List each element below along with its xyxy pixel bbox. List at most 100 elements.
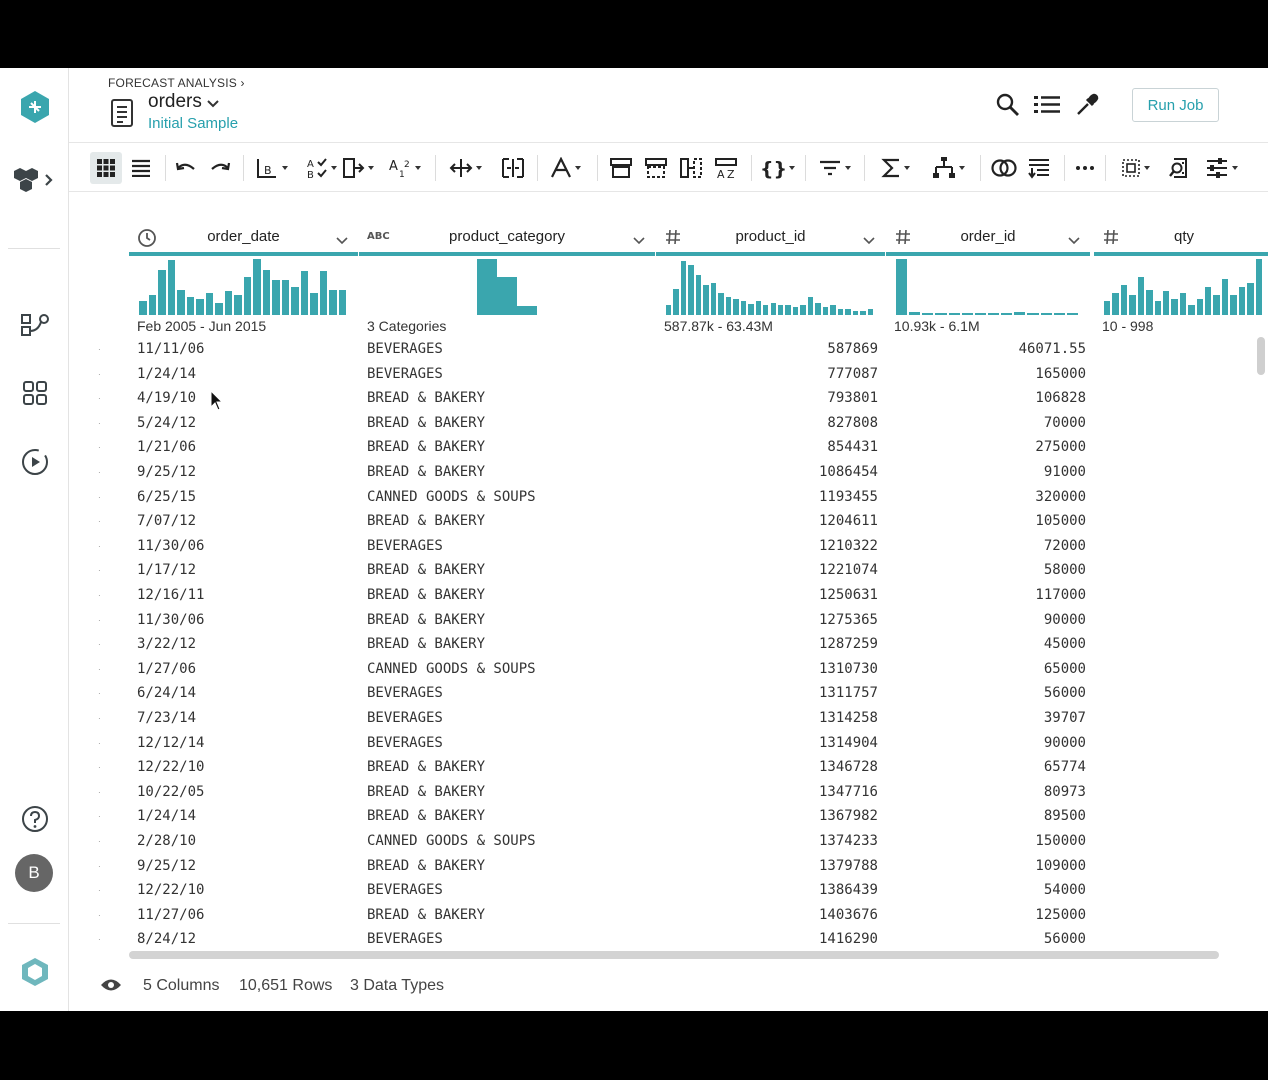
- row-handle[interactable]: ·: [98, 370, 101, 379]
- row-handle[interactable]: ·: [98, 542, 101, 551]
- table-cell[interactable]: CANNED GOODS & SOUPS: [367, 661, 647, 677]
- table-cell[interactable]: 1204611: [664, 513, 878, 529]
- table-cell[interactable]: 1/24/14: [137, 808, 347, 824]
- table-cell[interactable]: 793801: [664, 390, 878, 406]
- histogram-bar[interactable]: [777, 305, 784, 315]
- eye-icon[interactable]: [100, 977, 122, 998]
- table-cell[interactable]: 9/25/12: [137, 464, 347, 480]
- table-row[interactable]: · 3/22/12 BREAD & BAKERY 1287259 45000: [69, 636, 1268, 656]
- table-cell[interactable]: 58000: [894, 562, 1086, 578]
- table-cell[interactable]: BREAD & BAKERY: [367, 907, 647, 923]
- jobs-icon[interactable]: [0, 440, 69, 484]
- table-row[interactable]: · 11/30/06 BEVERAGES 1210322 72000: [69, 538, 1268, 558]
- histogram-bar[interactable]: [710, 283, 717, 315]
- product-logo-icon[interactable]: [0, 950, 69, 994]
- table-cell[interactable]: BREAD & BAKERY: [367, 439, 647, 455]
- table-cell[interactable]: 12/22/10: [137, 759, 347, 775]
- table-cell[interactable]: 1250631: [664, 587, 878, 603]
- table-row[interactable]: · 11/30/06 BREAD & BAKERY 1275365 90000: [69, 612, 1268, 632]
- eyedropper-icon[interactable]: [1074, 92, 1100, 123]
- histogram-bar[interactable]: [1146, 290, 1153, 315]
- histogram-bar[interactable]: [319, 271, 327, 315]
- select-icon[interactable]: [1115, 152, 1155, 184]
- table-cell[interactable]: BREAD & BAKERY: [367, 587, 647, 603]
- histogram-bar[interactable]: [234, 295, 242, 315]
- histogram-bar[interactable]: [497, 277, 517, 315]
- histogram-bar[interactable]: [830, 305, 836, 315]
- histogram-bar[interactable]: [680, 261, 687, 315]
- histogram-bar[interactable]: [215, 303, 223, 315]
- table-cell[interactable]: BEVERAGES: [367, 882, 647, 898]
- histogram-bar[interactable]: [1255, 259, 1262, 315]
- table-row[interactable]: · 1/24/14 BREAD & BAKERY 1367982 89500: [69, 808, 1268, 828]
- vertical-scrollbar[interactable]: [1257, 337, 1265, 375]
- histogram-bar[interactable]: [666, 305, 672, 315]
- help-icon[interactable]: [0, 797, 69, 841]
- row-handle[interactable]: ·: [98, 665, 101, 674]
- table-cell[interactable]: BREAD & BAKERY: [367, 858, 647, 874]
- column-header-product_category[interactable]: ABC product_category: [359, 220, 655, 256]
- logo-hex-icon[interactable]: [0, 85, 69, 129]
- row-handle[interactable]: ·: [98, 714, 101, 723]
- chevron-down-icon[interactable]: [633, 232, 645, 250]
- replace-icon[interactable]: [337, 152, 377, 184]
- table-cell[interactable]: 65774: [894, 759, 1086, 775]
- histogram-bar[interactable]: [718, 293, 724, 315]
- row-handle[interactable]: ·: [98, 640, 101, 649]
- rename-icon[interactable]: AZ: [709, 152, 743, 184]
- table-cell[interactable]: 91000: [894, 464, 1086, 480]
- table-cell[interactable]: 39707: [894, 710, 1086, 726]
- histogram-bar[interactable]: [517, 306, 537, 315]
- row-handle[interactable]: ·: [98, 935, 101, 944]
- validate-icon[interactable]: AB: [301, 152, 341, 184]
- pivot-icon[interactable]: [927, 152, 969, 184]
- table-cell[interactable]: 70000: [894, 415, 1086, 431]
- table-row[interactable]: · 12/22/10 BREAD & BAKERY 1346728 65774: [69, 759, 1268, 779]
- table-row[interactable]: · 6/24/14 BEVERAGES 1311757 56000: [69, 685, 1268, 705]
- histogram-bar[interactable]: [224, 291, 232, 315]
- row-handle[interactable]: ·: [98, 517, 101, 526]
- table-cell[interactable]: 1314904: [664, 735, 878, 751]
- column-header-qty[interactable]: qty: [1094, 220, 1268, 256]
- column-header-order_id[interactable]: order_id: [886, 220, 1090, 256]
- table-cell[interactable]: 1/21/06: [137, 439, 347, 455]
- row-handle[interactable]: ·: [98, 763, 101, 772]
- histogram-bar[interactable]: [703, 285, 709, 315]
- histogram-bar[interactable]: [281, 280, 289, 315]
- row-handle[interactable]: ·: [98, 837, 101, 846]
- table-cell[interactable]: 1416290: [664, 931, 878, 947]
- histogram-bar[interactable]: [948, 313, 960, 315]
- table-cell[interactable]: 1275365: [664, 612, 878, 628]
- histogram-bar[interactable]: [1154, 301, 1161, 315]
- table-row[interactable]: · 9/25/12 BREAD & BAKERY 1379788 109000: [69, 858, 1268, 878]
- table-cell[interactable]: 105000: [894, 513, 1086, 529]
- histogram-bar[interactable]: [1129, 295, 1136, 315]
- histogram-bar[interactable]: [935, 313, 947, 315]
- table-cell[interactable]: 54000: [894, 882, 1086, 898]
- table-cell[interactable]: 1/27/06: [137, 661, 347, 677]
- histogram-bar[interactable]: [300, 271, 308, 315]
- histogram-bar[interactable]: [1171, 299, 1178, 315]
- table-cell[interactable]: 89500: [894, 808, 1086, 824]
- histogram-bar[interactable]: [243, 277, 251, 315]
- histogram-bar[interactable]: [755, 301, 762, 315]
- table-cell[interactable]: 1310730: [664, 661, 878, 677]
- table-cell[interactable]: 56000: [894, 931, 1086, 947]
- table-cell[interactable]: 1386439: [664, 882, 878, 898]
- table-row[interactable]: · 1/24/14 BEVERAGES 777087 165000: [69, 366, 1268, 386]
- row-icon[interactable]: [604, 152, 638, 184]
- table-row[interactable]: · 7/07/12 BREAD & BAKERY 1204611 105000: [69, 513, 1268, 533]
- histogram-bar[interactable]: [845, 309, 851, 315]
- table-cell[interactable]: 109000: [894, 858, 1086, 874]
- histogram-bar[interactable]: [253, 259, 261, 315]
- table-cell[interactable]: 6/25/15: [137, 489, 347, 505]
- table-cell[interactable]: 275000: [894, 439, 1086, 455]
- table-cell[interactable]: 12/22/10: [137, 882, 347, 898]
- number-format-icon[interactable]: A12: [384, 152, 424, 184]
- histogram-bar[interactable]: [807, 297, 814, 315]
- table-cell[interactable]: 2/28/10: [137, 833, 347, 849]
- table-cell[interactable]: 12/12/14: [137, 735, 347, 751]
- column-histogram-order_date[interactable]: [139, 259, 348, 315]
- table-cell[interactable]: 4/19/10: [137, 390, 347, 406]
- chevron-down-icon[interactable]: [863, 232, 875, 250]
